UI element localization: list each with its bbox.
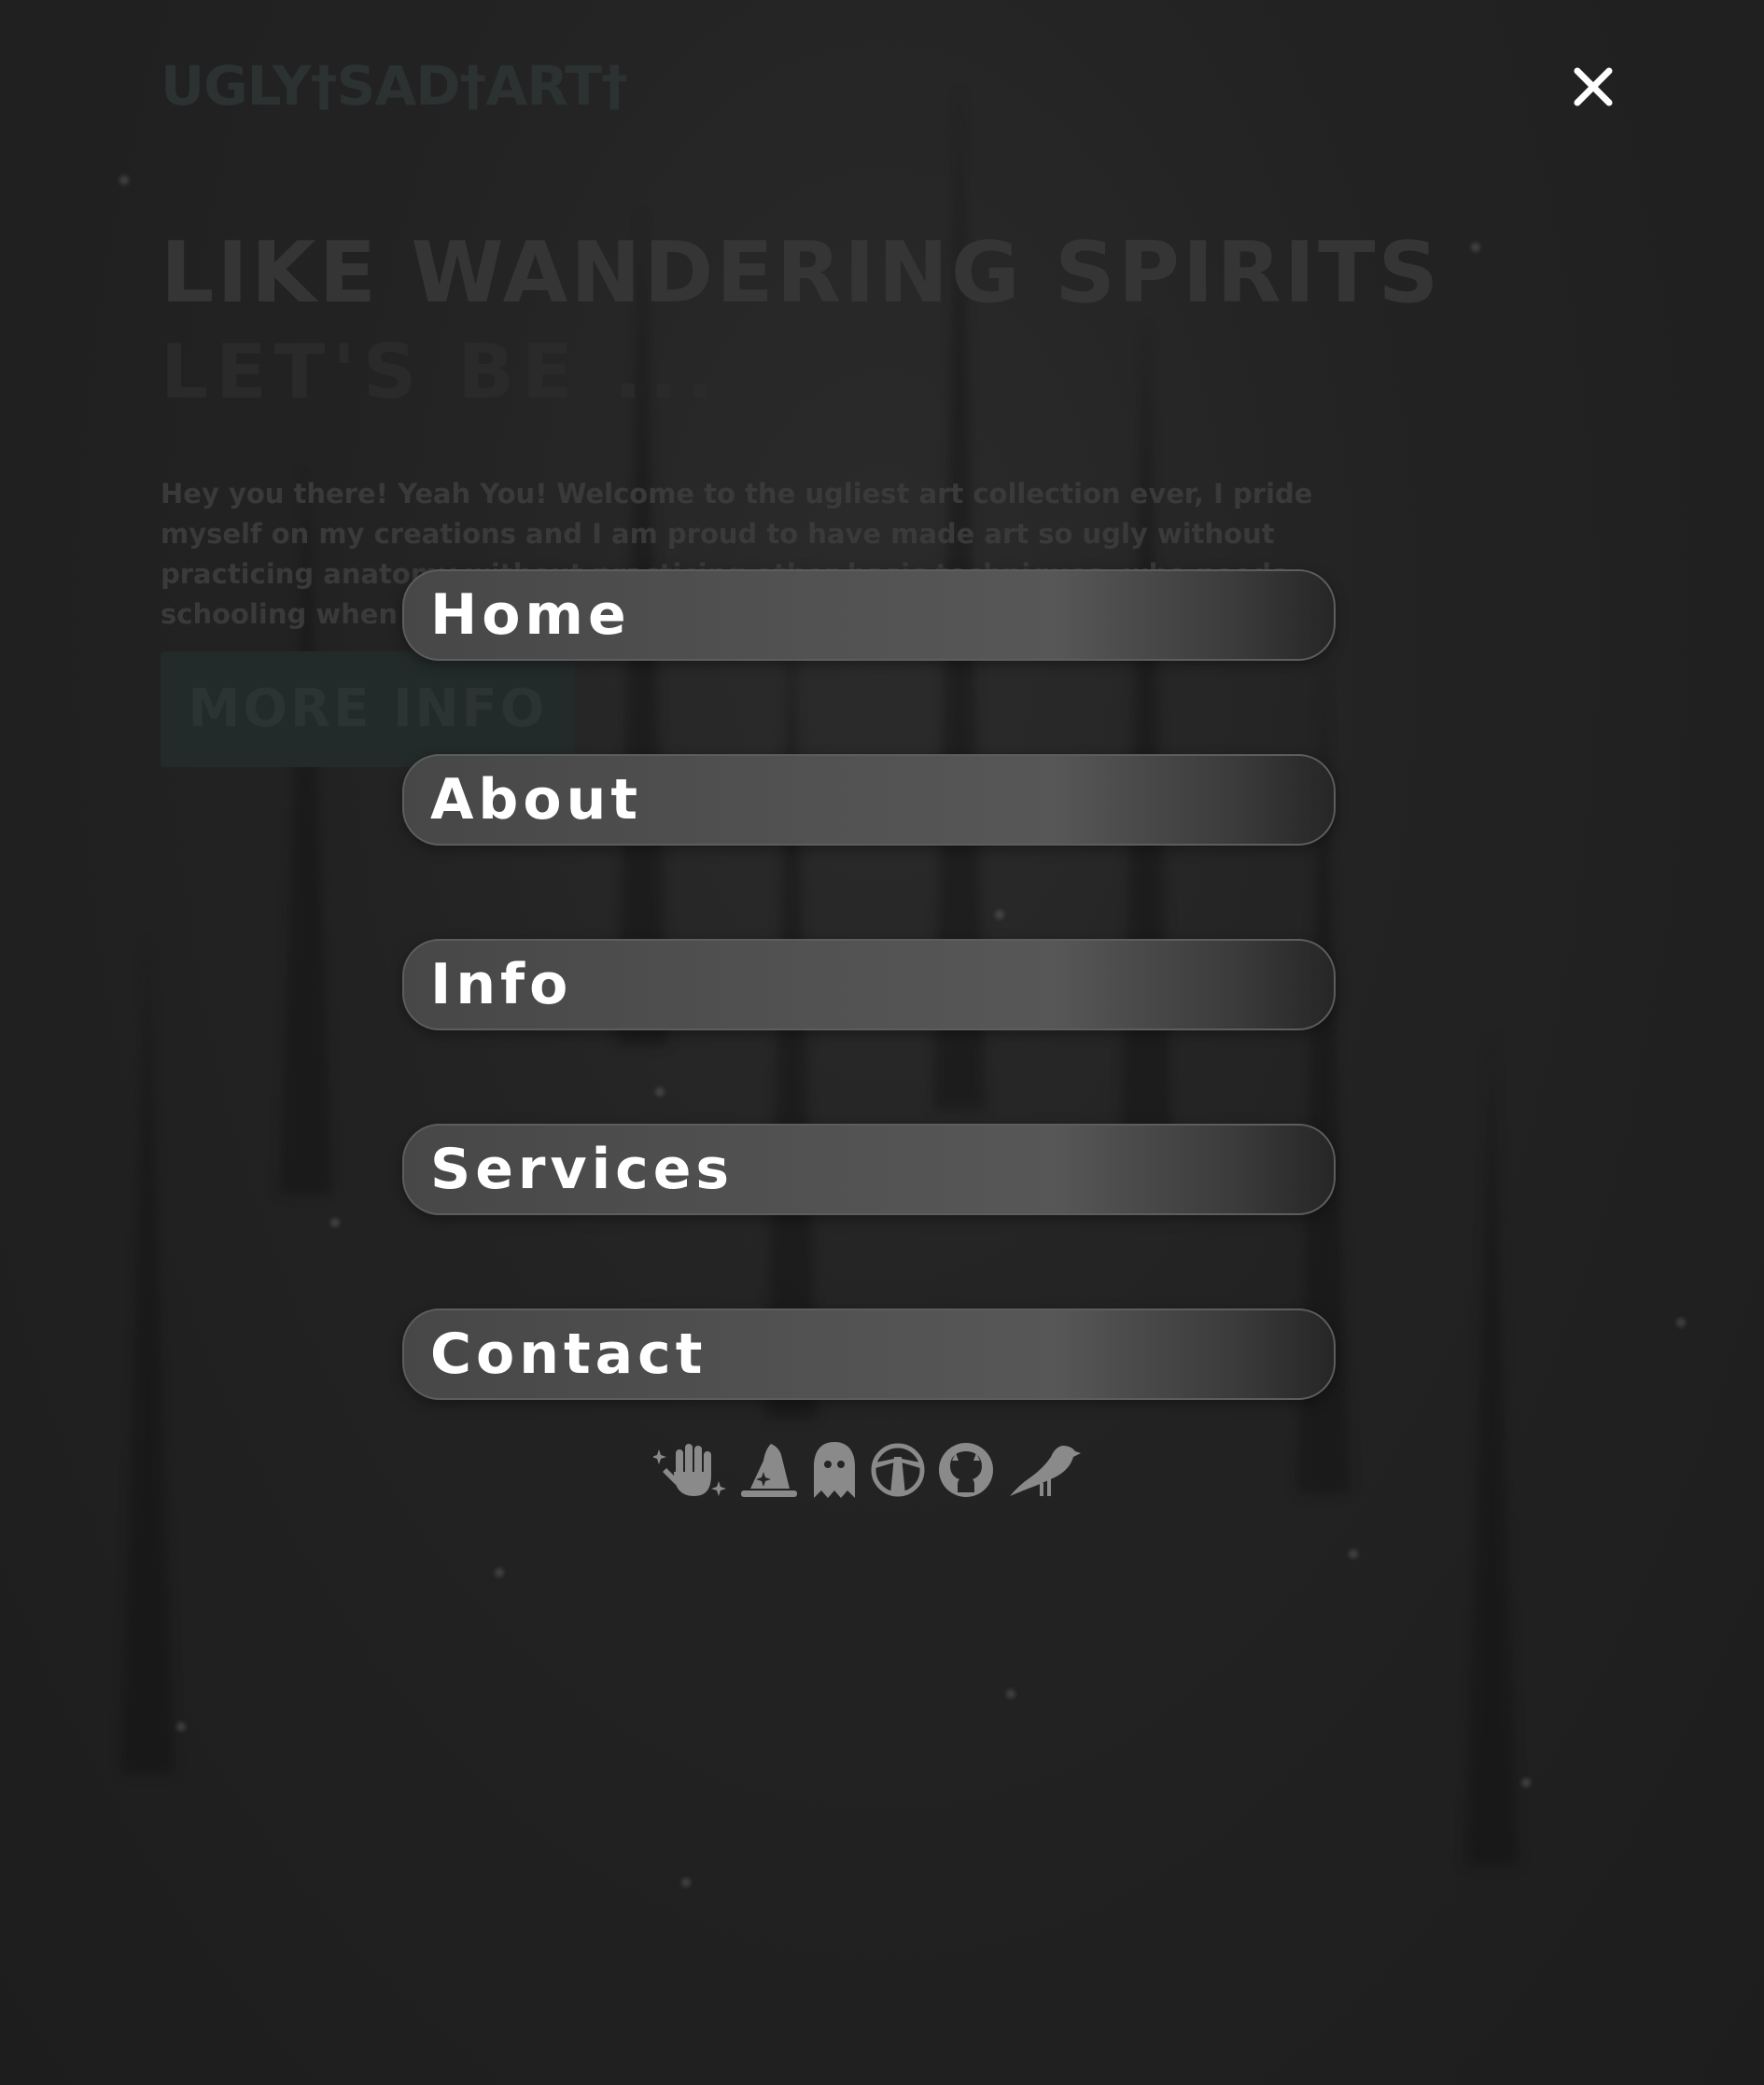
menu-item-label: Services (430, 1137, 735, 1202)
lighthouse-icon (871, 1443, 925, 1497)
close-menu-button[interactable] (1570, 63, 1617, 110)
hero-title: LIKE WANDERING SPIRITS (161, 224, 1442, 322)
menu-item-label: Info (430, 952, 573, 1017)
github-icon (939, 1443, 993, 1497)
social-links (653, 1437, 1081, 1503)
menu-item-services[interactable]: Services (402, 1124, 1336, 1215)
page: UGLY†SAD†ART† LIKE WANDERING SPIRITS LET… (0, 0, 1764, 2085)
site-logo[interactable]: UGLY†SAD†ART† (161, 54, 628, 118)
social-link-magic[interactable] (653, 1440, 728, 1500)
social-link-ghost[interactable] (810, 1440, 859, 1500)
menu-item-label: Home (430, 582, 631, 648)
menu-item-contact[interactable]: Contact (402, 1308, 1336, 1400)
menu-item-label: Contact (430, 1322, 707, 1387)
magic-hand-icon (653, 1444, 726, 1496)
wizard-hat-icon (741, 1444, 797, 1497)
social-link-crow[interactable] (1006, 1440, 1081, 1500)
menu-item-home[interactable]: Home (402, 569, 1336, 661)
menu-item-about[interactable]: About (402, 754, 1336, 846)
menu-list: Home About Info Services Contact (402, 569, 1336, 1493)
social-link-wizard[interactable] (739, 1440, 799, 1500)
hero-subtitle: LET'S BE ... (161, 329, 721, 415)
social-link-lighthouse[interactable] (870, 1440, 926, 1500)
menu-item-info[interactable]: Info (402, 939, 1336, 1030)
close-icon (1574, 67, 1613, 106)
ghost-icon (814, 1442, 855, 1498)
menu-item-label: About (430, 767, 643, 833)
crow-icon (1010, 1446, 1081, 1496)
social-link-github[interactable] (937, 1440, 995, 1500)
